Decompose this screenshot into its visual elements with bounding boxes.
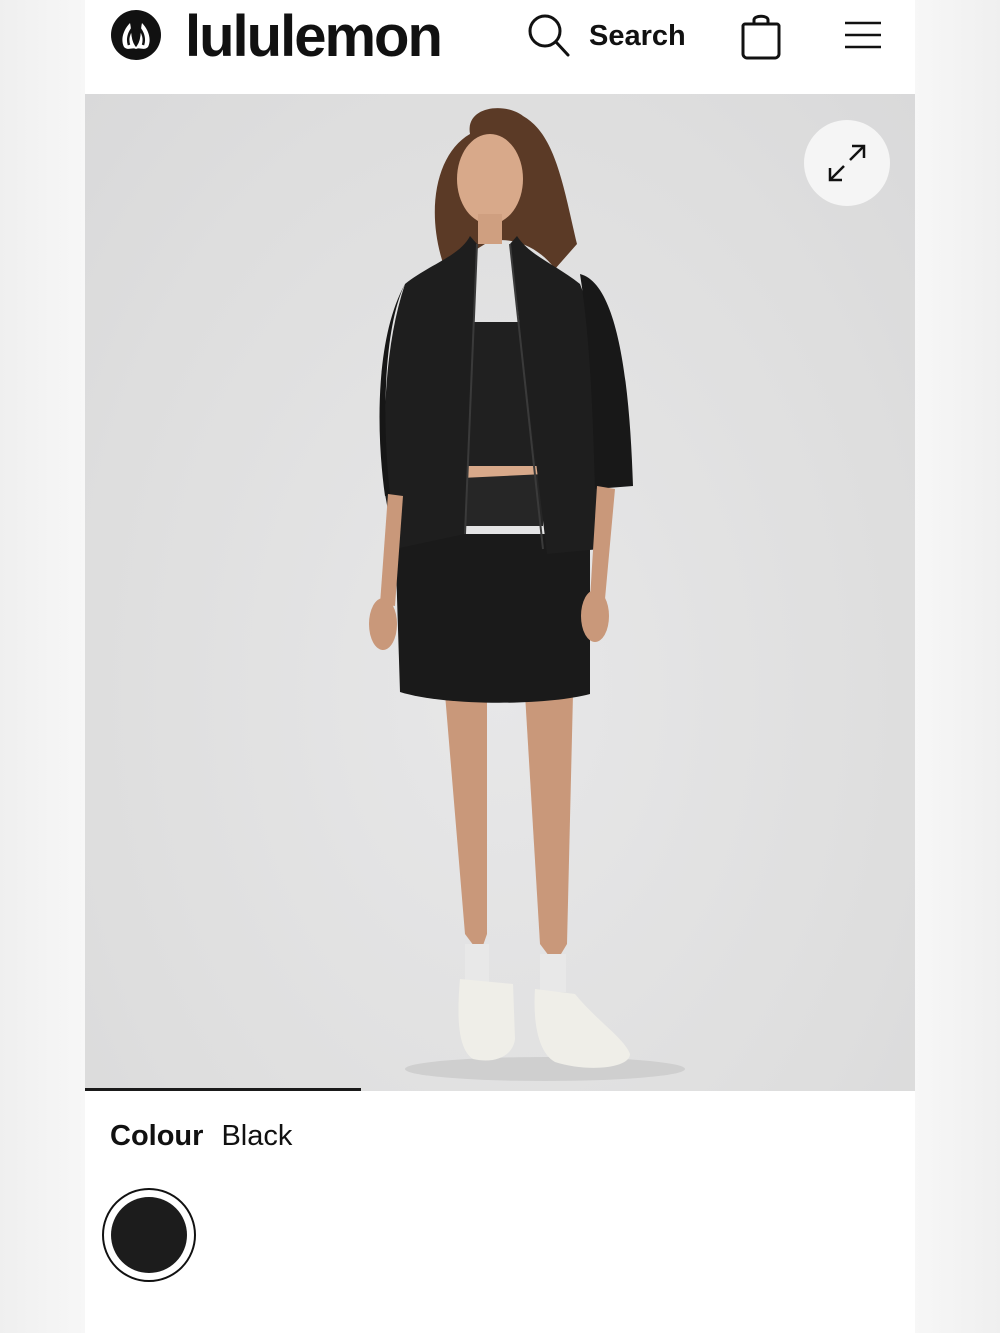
search-label: Search [589, 19, 686, 52]
brand-wordmark[interactable]: lululemon [185, 2, 443, 72]
hamburger-menu-icon[interactable] [843, 18, 883, 52]
gallery-progress-fill [85, 1088, 362, 1091]
search-button[interactable]: Search [527, 12, 686, 60]
search-icon [528, 14, 570, 57]
model-photo [369, 108, 685, 1081]
gallery-progress-bar [85, 1088, 915, 1092]
product-page: lululemon Search Colour Black [85, 0, 915, 1333]
lululemon-logo-icon[interactable] [110, 9, 162, 61]
colour-value: Black [221, 1120, 293, 1152]
shopping-bag-icon[interactable] [741, 10, 781, 60]
swatch-color-fill [111, 1197, 187, 1273]
colour-selection-label: Colour Black [110, 1120, 292, 1153]
site-header: lululemon Search [85, 0, 915, 94]
product-image[interactable] [85, 94, 915, 1091]
page-margin-right [915, 0, 1000, 1333]
page-margin-left [0, 0, 85, 1333]
colour-heading: Colour [110, 1120, 204, 1152]
expand-icon [828, 144, 866, 182]
colour-swatch-black[interactable] [102, 1188, 196, 1282]
expand-button[interactable] [804, 120, 890, 206]
